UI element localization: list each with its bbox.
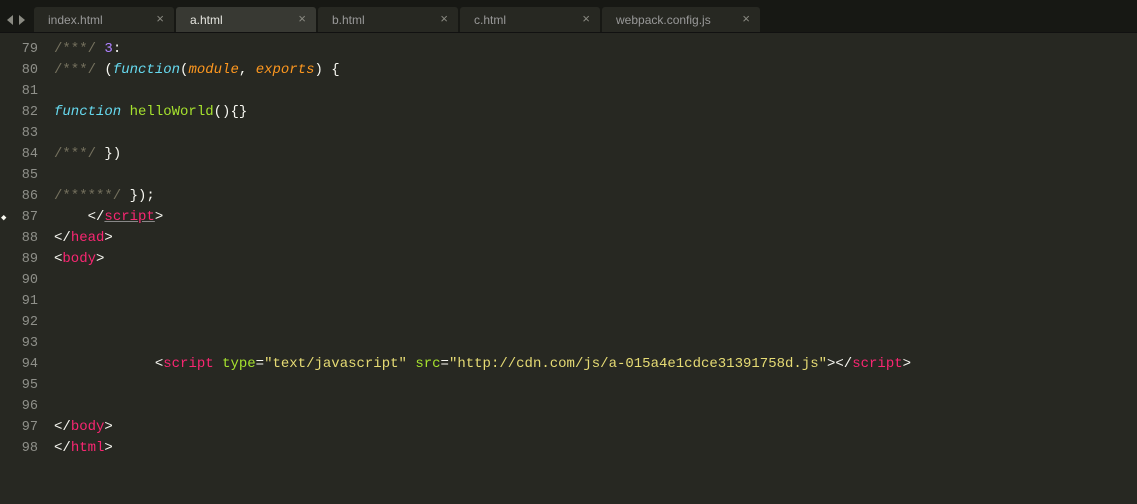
tab-label: index.html: [48, 13, 144, 27]
line-number-gutter: 7980818283848586◆87888990919293949596979…: [0, 33, 46, 504]
tab-label: c.html: [474, 13, 570, 27]
tab-nav-arrows: [0, 15, 34, 25]
tab-a-html[interactable]: a.html ×: [176, 7, 316, 32]
code-content[interactable]: /***/ 3:/***/ (function(module, exports)…: [46, 33, 1137, 504]
window-titlebar: [0, 0, 1137, 7]
close-icon[interactable]: ×: [582, 13, 590, 26]
tab-index-html[interactable]: index.html ×: [34, 7, 174, 32]
close-icon[interactable]: ×: [742, 13, 750, 26]
tab-label: b.html: [332, 13, 428, 27]
close-icon[interactable]: ×: [440, 13, 448, 26]
tab-bar: index.html × a.html × b.html × c.html × …: [0, 7, 1137, 33]
tab-webpack-config[interactable]: webpack.config.js ×: [602, 7, 760, 32]
editor-area: 7980818283848586◆87888990919293949596979…: [0, 33, 1137, 504]
close-icon[interactable]: ×: [156, 13, 164, 26]
tab-b-html[interactable]: b.html ×: [318, 7, 458, 32]
nav-forward-icon[interactable]: [17, 15, 26, 25]
close-icon[interactable]: ×: [298, 13, 306, 26]
tab-label: webpack.config.js: [616, 13, 730, 27]
tab-label: a.html: [190, 13, 286, 27]
nav-back-icon[interactable]: [6, 15, 15, 25]
tab-c-html[interactable]: c.html ×: [460, 7, 600, 32]
